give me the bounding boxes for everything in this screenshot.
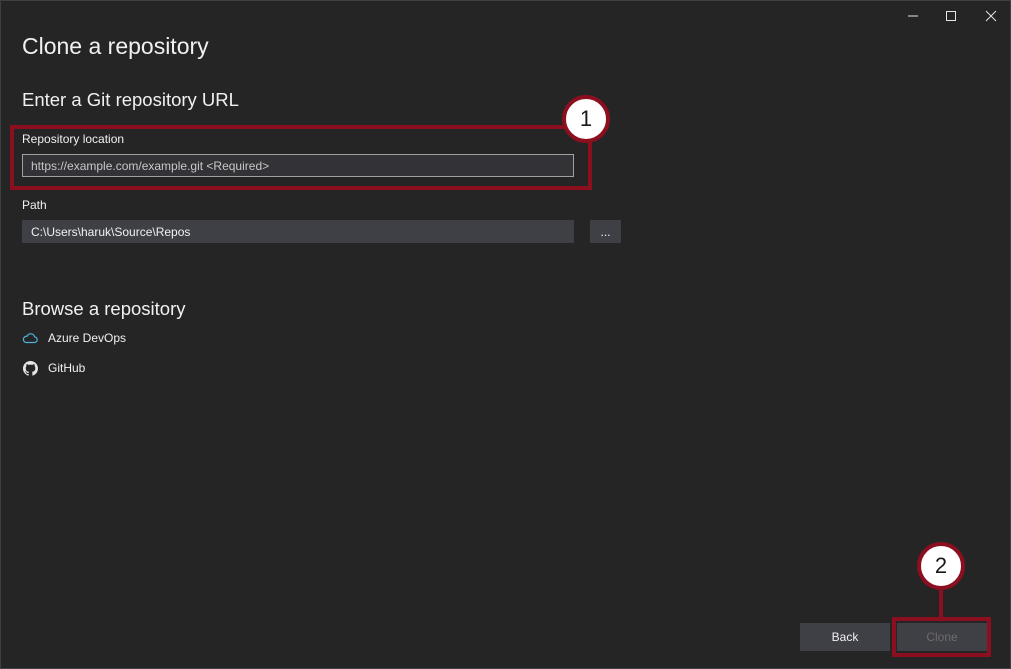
callout-badge-2: 2	[917, 542, 965, 590]
browse-item-azure-devops[interactable]: Azure DevOps	[22, 330, 126, 346]
git-url-heading: Enter a Git repository URL	[22, 89, 239, 110]
highlight-clone-button	[892, 617, 991, 657]
path-label: Path	[22, 198, 47, 212]
maximize-button[interactable]	[935, 5, 967, 27]
callout-badge-1: 1	[562, 95, 610, 143]
close-icon	[985, 10, 997, 22]
browse-item-github[interactable]: GitHub	[22, 360, 85, 376]
highlight-repository-location	[10, 125, 592, 190]
browse-item-label: Azure DevOps	[48, 331, 127, 345]
callout-connector	[939, 588, 943, 618]
minimize-button[interactable]	[897, 5, 929, 27]
browse-path-button[interactable]: ...	[590, 220, 621, 243]
cloud-icon	[22, 330, 38, 346]
browse-repository-heading: Browse a repository	[22, 298, 186, 319]
page-title: Clone a repository	[22, 33, 209, 59]
close-button[interactable]	[975, 5, 1007, 27]
browse-item-label: GitHub	[48, 361, 86, 375]
path-input[interactable]	[22, 220, 574, 243]
back-button[interactable]: Back	[800, 623, 890, 651]
github-icon	[22, 360, 38, 376]
clone-repository-dialog: Clone a repository Enter a Git repositor…	[0, 0, 1011, 669]
minimize-icon	[908, 15, 918, 17]
maximize-icon	[946, 11, 956, 21]
